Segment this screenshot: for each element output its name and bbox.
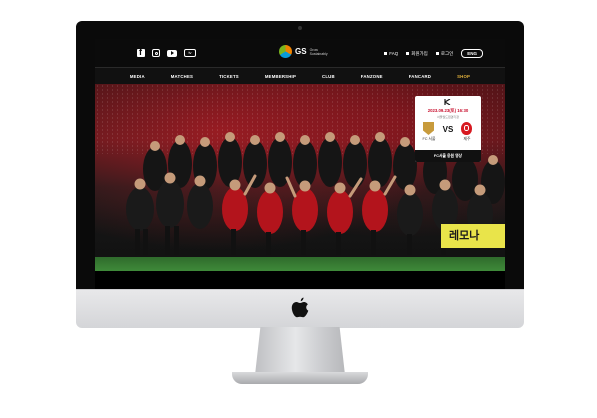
main-nav: MEDIA MATCHES TICKETS MEMBERSHIP CLUB FA…: [95, 67, 505, 84]
camera-icon: [298, 26, 302, 30]
login-link[interactable]: 로그인: [435, 51, 453, 57]
nav-item-shop[interactable]: SHOP: [457, 74, 470, 79]
nav-item-media[interactable]: MEDIA: [130, 74, 145, 79]
hero-banner[interactable]: 레모나 2023.09.23(토) 16:30 서울월드컵경기장 VS FC 서…: [95, 84, 505, 271]
apple-logo-icon: [291, 297, 309, 318]
user-icon: [435, 52, 439, 55]
away-team-name: 제주: [463, 137, 471, 141]
match-video-button[interactable]: FC서울 응원 영상: [415, 150, 481, 162]
logo-text: GS: [295, 47, 307, 56]
instagram-icon[interactable]: [152, 49, 160, 57]
match-date: 2023.09.23(토) 16:30: [427, 108, 469, 113]
next-match-card[interactable]: 2023.09.23(토) 16:30 서울월드컵경기장 VS FC 서울 제주…: [415, 96, 481, 162]
nav-item-fancard[interactable]: FANCARD: [409, 74, 431, 79]
utility-menu: FAQ 회원가입 로그인 ENG: [384, 49, 483, 58]
pitch: [95, 257, 505, 271]
language-button[interactable]: ENG: [461, 49, 483, 58]
monitor-screen: tv GS Grow Sustainably FAQ: [95, 39, 505, 289]
logo-tagline: Grow Sustainably: [309, 47, 328, 56]
social-links: tv: [137, 47, 196, 57]
monitor-bezel: tv GS Grow Sustainably FAQ: [76, 21, 524, 289]
nav-item-membership[interactable]: MEMBERSHIP: [265, 74, 296, 79]
tv-icon[interactable]: tv: [184, 49, 196, 57]
signup-icon: [406, 52, 410, 55]
screen-bottom-area: [95, 271, 505, 289]
nav-item-fanzone[interactable]: FANZONE: [361, 74, 383, 79]
sponsor-banner: 레모나: [441, 224, 505, 248]
faq-link[interactable]: FAQ: [384, 51, 398, 56]
k-league-logo-icon: [444, 99, 451, 105]
youtube-icon[interactable]: [167, 49, 177, 57]
match-venue: 서울월드컵경기장: [436, 115, 460, 119]
site-logo[interactable]: GS Grow Sustainably: [279, 45, 328, 58]
facebook-icon[interactable]: [137, 47, 145, 57]
gs-logo-icon: [279, 45, 292, 58]
faq-icon: [384, 52, 388, 55]
jeju-crest-icon: [461, 122, 472, 135]
nav-item-tickets[interactable]: TICKETS: [219, 74, 239, 79]
signup-link[interactable]: 회원가입: [406, 51, 428, 57]
home-team-name: FC 서울: [422, 137, 436, 141]
nav-item-club[interactable]: CLUB: [322, 74, 335, 79]
monitor-chin: [76, 289, 524, 328]
monitor-stand-base: [232, 372, 368, 384]
nav-item-matches[interactable]: MATCHES: [171, 74, 193, 79]
site-header: tv GS Grow Sustainably FAQ: [95, 39, 505, 67]
imac-mockup: tv GS Grow Sustainably FAQ: [0, 0, 597, 418]
monitor-stand: [255, 327, 345, 375]
